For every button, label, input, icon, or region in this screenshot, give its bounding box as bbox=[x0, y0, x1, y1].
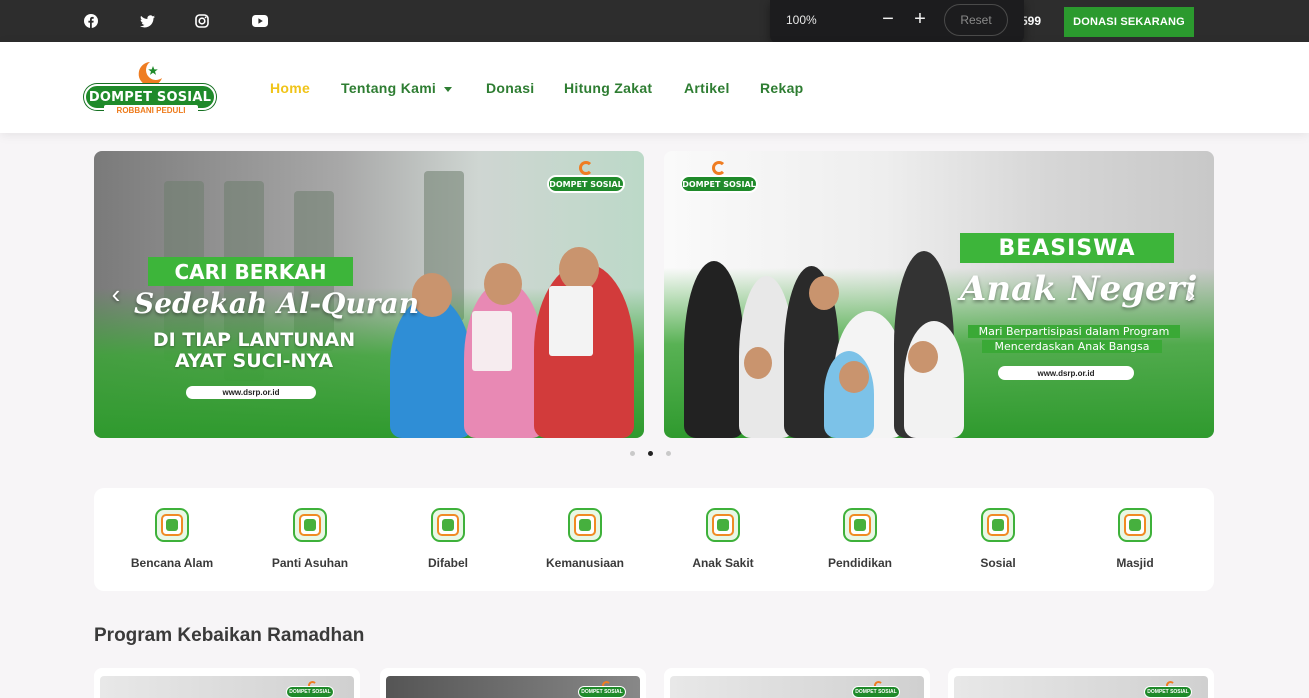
program-card-logo: DOMPET SOSIAL bbox=[286, 686, 334, 698]
category-label: Kemanusiaan bbox=[545, 556, 625, 570]
child-face bbox=[744, 347, 772, 379]
program-card[interactable]: DOMPET SOSIAL bbox=[664, 668, 930, 698]
sick-child-icon bbox=[706, 508, 740, 542]
category-label: Sosial bbox=[980, 556, 1016, 570]
slide-logo: DOMPET SOSIAL bbox=[680, 175, 758, 193]
program-card[interactable]: DOMPET SOSIAL bbox=[380, 668, 646, 698]
wheelchair-icon bbox=[431, 508, 465, 542]
zoom-popup: 100% − + Reset bbox=[770, 0, 1024, 44]
category-bencana-alam[interactable]: Bencana Alam bbox=[112, 508, 232, 570]
program-card[interactable]: DOMPET SOSIAL bbox=[94, 668, 360, 698]
slider-dot[interactable] bbox=[666, 451, 671, 456]
category-label: Panti Asuhan bbox=[271, 556, 349, 570]
slide-line-1: DI TIAP LANTUNAN bbox=[152, 329, 356, 351]
program-card-logo: DOMPET SOSIAL bbox=[852, 686, 900, 698]
top-bar: 599 DONASI SEKARANG bbox=[0, 0, 1309, 42]
category-label: Anak Sakit bbox=[692, 556, 754, 570]
program-card-logo: DOMPET SOSIAL bbox=[1144, 686, 1192, 698]
nav-hitung-zakat[interactable]: Hitung Zakat bbox=[564, 80, 652, 96]
category-label: Difabel bbox=[427, 556, 468, 570]
slide-sedekah-al-quran[interactable]: DOMPET SOSIAL CARI BERKAH Sedekah Al-Qur… bbox=[94, 151, 644, 438]
mini-logo-mark bbox=[712, 161, 726, 175]
zoom-in-button[interactable]: + bbox=[909, 8, 931, 30]
category-anak-sakit[interactable]: Anak Sakit bbox=[663, 508, 783, 570]
category-label: Pendidikan bbox=[827, 556, 892, 570]
category-pendidikan[interactable]: Pendidikan bbox=[800, 508, 920, 570]
child-figure bbox=[904, 321, 964, 438]
child-face bbox=[559, 247, 599, 291]
child-face bbox=[484, 263, 522, 305]
nav-tentang-kami[interactable]: Tentang Kami bbox=[341, 80, 453, 96]
social-icon bbox=[981, 508, 1015, 542]
disaster-icon bbox=[155, 508, 189, 542]
slide-tag: BEASISWA bbox=[960, 233, 1174, 263]
mini-logo-mark bbox=[579, 161, 593, 175]
zoom-out-button[interactable]: − bbox=[877, 8, 899, 30]
slide-subtitle-1: Mari Berpartisipasi dalam Program bbox=[968, 325, 1180, 338]
site-logo[interactable]: DOMPET SOSIAL ROBBANI PEDULI bbox=[84, 60, 218, 116]
program-card[interactable]: DOMPET SOSIAL bbox=[948, 668, 1214, 698]
slide-url: www.dsrp.or.id bbox=[998, 366, 1134, 380]
nav-home[interactable]: Home bbox=[270, 80, 310, 96]
category-panel: Bencana Alam Panti Asuhan Difabel Kemanu… bbox=[94, 488, 1214, 591]
slider-pagination bbox=[630, 451, 671, 456]
book-held bbox=[549, 286, 593, 356]
category-difabel[interactable]: Difabel bbox=[388, 508, 508, 570]
youtube-icon[interactable] bbox=[251, 12, 269, 30]
nav-artikel[interactable]: Artikel bbox=[684, 80, 730, 96]
caret-down-icon bbox=[444, 86, 453, 92]
slide-tag: CARI BERKAH bbox=[148, 257, 353, 286]
logo-subtitle: ROBBANI PEDULI bbox=[104, 105, 198, 116]
slider-next-arrow-icon[interactable]: › bbox=[1182, 280, 1200, 308]
site-header: DOMPET SOSIAL ROBBANI PEDULI Home Tentan… bbox=[0, 42, 1309, 133]
education-icon bbox=[843, 508, 877, 542]
donate-now-button[interactable]: DONASI SEKARANG bbox=[1064, 7, 1194, 37]
category-sosial[interactable]: Sosial bbox=[938, 508, 1058, 570]
child-face bbox=[809, 276, 839, 310]
slide-url: www.dsrp.or.id bbox=[186, 386, 316, 399]
child-face bbox=[839, 361, 869, 393]
slider-prev-arrow-icon[interactable]: ‹ bbox=[107, 280, 125, 308]
category-panti-asuhan[interactable]: Panti Asuhan bbox=[250, 508, 370, 570]
slide-subtitle-2: Mencerdaskan Anak Bangsa bbox=[982, 340, 1162, 353]
nav-rekap[interactable]: Rekap bbox=[760, 80, 804, 96]
phone-number: 599 bbox=[1021, 14, 1042, 28]
slider-dot-active[interactable] bbox=[648, 451, 653, 456]
category-label: Bencana Alam bbox=[130, 556, 214, 570]
nav-donasi[interactable]: Donasi bbox=[486, 80, 534, 96]
humanity-icon bbox=[568, 508, 602, 542]
child-face bbox=[908, 341, 938, 373]
twitter-icon[interactable] bbox=[138, 12, 156, 30]
slide-script-title: Anak Negeri bbox=[960, 269, 1198, 309]
slider-dot[interactable] bbox=[630, 451, 635, 456]
category-masjid[interactable]: Masjid bbox=[1075, 508, 1195, 570]
zoom-level: 100% bbox=[786, 13, 817, 27]
nav-tentang-kami-label: Tentang Kami bbox=[341, 80, 437, 96]
zoom-reset-button[interactable]: Reset bbox=[944, 4, 1008, 36]
slide-script-title: Sedekah Al-Quran bbox=[134, 287, 420, 320]
program-card-logo: DOMPET SOSIAL bbox=[578, 686, 626, 698]
category-label: Masjid bbox=[1116, 556, 1154, 570]
orphanage-icon bbox=[293, 508, 327, 542]
slide-beasiswa-anak-negeri[interactable]: DOMPET SOSIAL BEASISWA Anak Negeri Mari … bbox=[664, 151, 1214, 438]
slide-line-2: AYAT SUCI-NYA bbox=[174, 350, 334, 372]
slide-logo: DOMPET SOSIAL bbox=[547, 175, 625, 193]
facebook-icon[interactable] bbox=[82, 12, 100, 30]
section-title: Program Kebaikan Ramadhan bbox=[94, 625, 365, 646]
child-figure bbox=[684, 261, 744, 438]
instagram-icon[interactable] bbox=[193, 12, 211, 30]
mosque-icon bbox=[1118, 508, 1152, 542]
category-kemanusiaan[interactable]: Kemanusiaan bbox=[525, 508, 645, 570]
book-held bbox=[472, 311, 512, 371]
